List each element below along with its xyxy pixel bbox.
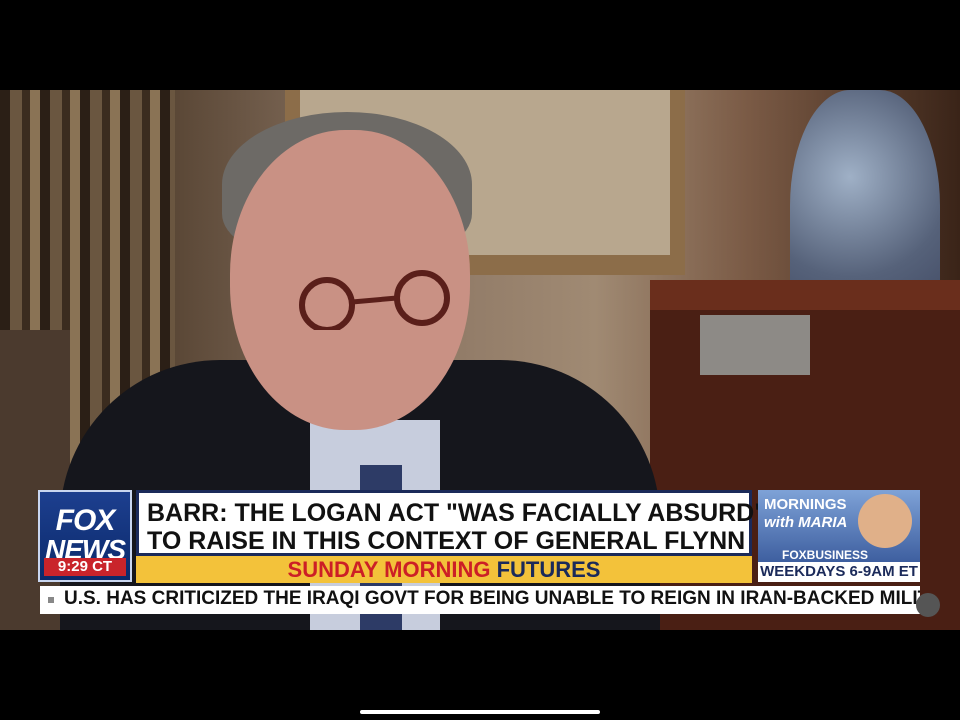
fox-news-logo: FOX NEWS 9:29 CT (38, 490, 132, 582)
sideboard-top (650, 280, 960, 310)
playback-scrubber[interactable] (916, 593, 940, 617)
logo-fox-text: FOX (55, 504, 116, 537)
promo-title: MORNINGS (764, 496, 847, 513)
promo-host-photo (858, 494, 912, 548)
show-name-secondary: FUTURES (496, 557, 601, 582)
ticker-bullet-icon (48, 597, 54, 603)
glasses-icon (299, 270, 450, 330)
show-name-primary: SUNDAY MORNING (287, 557, 491, 582)
ticker-text: U.S. HAS CRITICIZED THE IRAQI GOVT FOR B… (64, 588, 920, 609)
news-ticker: U.S. HAS CRITICIZED THE IRAQI GOVT FOR B… (40, 586, 920, 614)
headline-box: BARR: THE LOGAN ACT "WAS FACIALLY ABSURD… (136, 490, 767, 556)
show-name-bar: SUNDAY MORNING FUTURES (136, 556, 752, 583)
promo-subtitle: with MARIA (764, 514, 848, 531)
promo-network: FOXBUSINESS (782, 548, 869, 562)
promo-panel: MORNINGS with MARIA FOXBUSINESS WEEKDAYS… (758, 490, 920, 582)
promo-schedule: WEEKDAYS 6-9AM ET (758, 562, 920, 582)
drawer-pull (700, 315, 810, 375)
headline-line-2: TO RAISE IN THIS CONTEXT OF GENERAL FLYN… (147, 527, 746, 555)
broadcast-time: 9:29 CT (44, 558, 126, 576)
news-chyron: FOX NEWS 9:29 CT BARR: THE LOGAN ACT "WA… (38, 490, 920, 585)
home-indicator[interactable] (360, 710, 600, 714)
headline-line-1: BARR: THE LOGAN ACT "WAS FACIALLY ABSURD… (147, 499, 767, 527)
